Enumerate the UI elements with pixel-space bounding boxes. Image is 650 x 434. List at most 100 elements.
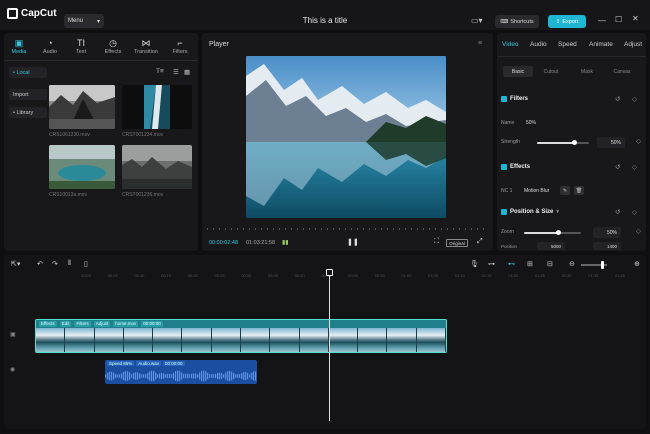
tab-media[interactable]: ▣ Media [4, 38, 34, 55]
transition-icon: ⋈ [141, 38, 151, 48]
strength-slider-knob[interactable] [572, 140, 578, 145]
zoom-input[interactable]: 50% [593, 227, 621, 238]
timeline-zoom-slider[interactable] [581, 261, 607, 269]
tab-audio[interactable]: ◔ Audio [35, 38, 65, 55]
effects-section-header[interactable]: Effects [501, 164, 530, 170]
checkbox-icon[interactable] [501, 209, 507, 215]
tab-video[interactable]: Video [502, 41, 519, 48]
media-thumbnail[interactable] [122, 145, 192, 189]
player-menu-icon[interactable]: ≡ [478, 40, 482, 47]
reset-icon[interactable]: ↺ [615, 163, 620, 171]
keyframe-icon[interactable]: ◇ [636, 227, 641, 235]
export-button[interactable]: ⇪ Export [548, 15, 586, 28]
delete-icon[interactable]: ▯ [84, 260, 88, 268]
shortcuts-button[interactable]: ⌨ Shortcuts [495, 15, 539, 28]
filters-icon: ⌐ [177, 38, 183, 48]
tab-animate[interactable]: Animate [589, 41, 613, 48]
sidebar-import[interactable]: Import [9, 89, 47, 100]
timeline-zoom-knob[interactable] [601, 261, 604, 269]
tab-adjust[interactable]: Adjust [624, 41, 642, 48]
media-thumbnail[interactable] [49, 145, 115, 189]
split-icon[interactable]: ⫴ [68, 260, 71, 268]
tab-speed[interactable]: Speed [558, 41, 577, 48]
undo-icon[interactable]: ↶ [37, 260, 43, 268]
strength-input[interactable]: 50% [597, 137, 625, 148]
tab-transition[interactable]: ⋈ Transition [131, 38, 161, 55]
tab-text[interactable]: TI Text [66, 38, 96, 55]
keyframe-icon[interactable]: ◇ [632, 163, 637, 171]
track-video-icon[interactable]: ▣ [10, 331, 16, 338]
close-icon[interactable]: ✕ [632, 14, 639, 23]
sort-icon[interactable]: T≡ [156, 68, 164, 75]
maximize-icon[interactable]: ☐ [615, 15, 622, 24]
checkbox-icon[interactable] [501, 96, 507, 102]
text-icon: TI [77, 38, 85, 48]
menu-label: Menu [68, 18, 84, 24]
preview-axis-icon[interactable]: ⊟ [547, 260, 553, 268]
reset-icon[interactable]: ↺ [615, 208, 620, 216]
keyframe-icon[interactable]: ◇ [636, 137, 641, 145]
keyframe-icon[interactable]: ◇ [632, 95, 637, 103]
properties-panel: Video Audio Speed Animate Adjust Basic C… [497, 33, 646, 251]
redo-icon[interactable]: ↷ [52, 260, 58, 268]
edit-effect-icon[interactable]: ✎ [560, 186, 570, 195]
menu-dropdown[interactable]: Menu ▾ [64, 14, 104, 28]
tab-filters[interactable]: ⌐ Filters [165, 38, 195, 55]
grid-view-icon[interactable]: ▦ [184, 68, 190, 76]
zoom-slider[interactable] [524, 230, 581, 235]
position-section-header[interactable]: Position & Size ▾ [501, 209, 559, 215]
pause-icon[interactable]: ❚❚ [347, 238, 359, 246]
select-tool-icon[interactable]: ⇱▾ [11, 260, 20, 268]
tab-text-label: Text [75, 49, 87, 55]
filters-section-header[interactable]: Filters [501, 96, 528, 102]
video-preview[interactable] [246, 56, 446, 218]
strength-slider[interactable] [537, 140, 589, 145]
playhead-handle[interactable] [326, 269, 333, 276]
microphone-icon[interactable]: 🎙 [470, 260, 479, 268]
export-icon: ⇪ [555, 18, 561, 25]
zoom-out-icon[interactable]: ⊖ [569, 260, 575, 268]
position-x-input[interactable]: 5000 [537, 242, 565, 250]
zoom-label: Zoom [501, 229, 514, 235]
zoom-slider-knob[interactable] [555, 230, 561, 235]
media-thumbnail[interactable] [49, 85, 115, 129]
expand-icon[interactable]: ⤢ [477, 238, 483, 246]
video-clip[interactable]: Effects Edit Filters Adjust home.mov 00:00:00 [35, 319, 447, 353]
keyframe-icon[interactable]: ◇ [632, 208, 637, 216]
subtab-mask[interactable]: Mask [572, 66, 602, 77]
subtab-cutout[interactable]: Cutout [536, 66, 566, 77]
reset-icon[interactable]: ↺ [615, 95, 620, 103]
sidebar-library[interactable]: • Library [9, 107, 47, 118]
thumbnail-label: CRS10013a.mov [49, 192, 88, 198]
ruler-tick-label: 01:00 [401, 273, 412, 278]
minimize-icon[interactable]: — [598, 16, 606, 25]
audio-clip[interactable]: Speed 85% Audio.wav 00:00:00 [105, 360, 257, 384]
delete-effect-icon[interactable]: 🗑 [574, 186, 584, 195]
ruler-tick-label: 00:30 [241, 273, 252, 278]
list-view-icon[interactable]: ☰ [173, 68, 179, 76]
ruler-tick-label: 00:10 [134, 273, 145, 278]
fullscreen-preview-icon[interactable]: ⛶ [434, 238, 439, 246]
media-thumbnail[interactable] [122, 85, 192, 129]
fit-timeline-icon[interactable]: ⊕ [634, 260, 640, 268]
tab-audio-props[interactable]: Audio [530, 41, 547, 48]
aspect-ratio-button[interactable]: Original [446, 239, 468, 247]
playhead[interactable] [329, 271, 330, 421]
thumbnail-label: CRST001234.mov [122, 132, 164, 138]
sidebar-local[interactable]: • Local [9, 67, 47, 78]
subtab-basic[interactable]: Basic [503, 66, 533, 77]
export-label: Export [562, 18, 579, 25]
magnet-icon[interactable]: ⊷ [508, 260, 515, 268]
effects-icon: ◷ [109, 38, 117, 48]
track-audio-icon[interactable]: ◉ [10, 366, 15, 373]
position-y-input[interactable]: 1400 [593, 242, 621, 250]
subtab-canvas[interactable]: Canvas [607, 66, 637, 77]
layout-icon[interactable]: ▭▾ [471, 16, 483, 25]
clip-tag: Effects [39, 321, 57, 327]
snap-icon[interactable]: ⊞ [527, 260, 533, 268]
tab-effects[interactable]: ◷ Effects [98, 38, 128, 55]
player-scrub-ruler[interactable] [207, 228, 488, 230]
link-icon[interactable]: ⊶ [488, 260, 495, 268]
checkbox-icon[interactable] [501, 164, 507, 170]
project-title[interactable]: This is a title [250, 16, 400, 25]
